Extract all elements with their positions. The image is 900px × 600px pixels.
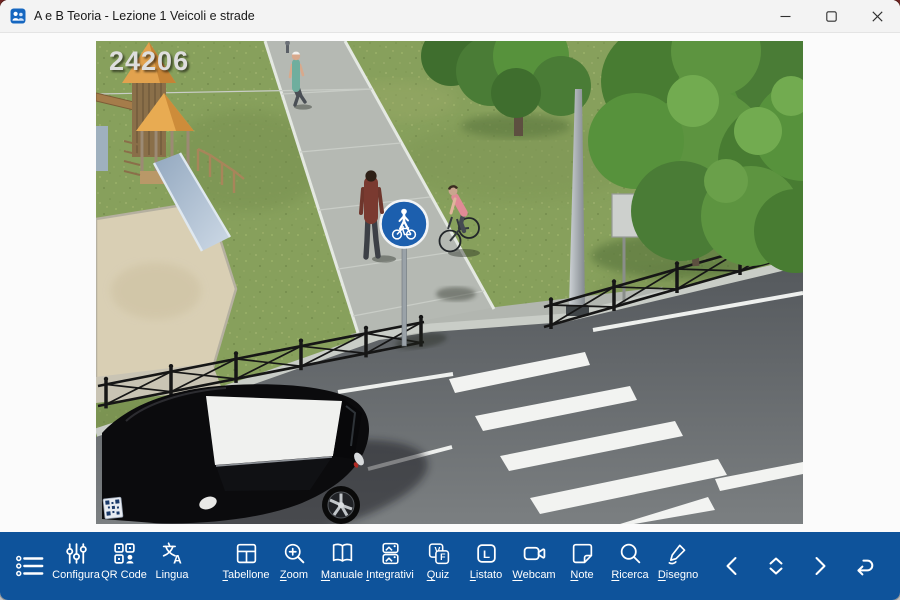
minimize-icon [780, 11, 791, 22]
toolbar-button-ricerca[interactable]: Ricerca [606, 532, 654, 600]
prev-button[interactable] [710, 532, 754, 600]
maximize-button[interactable] [808, 0, 854, 32]
lesson-scene[interactable]: 24206 [96, 41, 803, 524]
search-icon [618, 541, 643, 566]
next-button[interactable] [798, 532, 842, 600]
window-controls [762, 0, 900, 32]
scene-id-number: 24206 [109, 46, 189, 77]
toolbar-label: Manuale [321, 569, 363, 581]
chevrons-up-down-icon [762, 552, 790, 580]
toolbar-button-qr-code[interactable]: QR Code [100, 532, 148, 600]
chevron-left-icon [718, 552, 746, 580]
open-book-icon [330, 541, 355, 566]
svg-text:A: A [173, 553, 182, 566]
menu-list-button[interactable] [8, 532, 52, 600]
toolbar-button-zoom[interactable]: Zoom [270, 532, 318, 600]
toolbar-label: Tabellone [222, 569, 269, 581]
toolbar-label: Webcam [512, 569, 555, 581]
toolbar-button-integrativi[interactable]: Integrativi [366, 532, 414, 600]
qr-watermark-icon [103, 497, 123, 519]
stacked-images-icon [378, 541, 403, 566]
true-false-icon: V F [426, 541, 451, 566]
toolbar-label: Zoom [280, 569, 308, 581]
close-button[interactable] [854, 0, 900, 32]
toolbar-button-listato[interactable]: L Listato [462, 532, 510, 600]
zoom-in-icon [282, 541, 307, 566]
toolbar-button-tabellone[interactable]: Tabellone [222, 532, 270, 600]
toolbar-label: Listato [470, 569, 502, 581]
maximize-icon [826, 11, 837, 22]
toolbar-label: Note [570, 569, 593, 581]
content-area: 24206 [0, 33, 900, 532]
toolbar-button-webcam[interactable]: Webcam [510, 532, 558, 600]
app-window: A e B Teoria - Lezione 1 Veicoli e strad… [0, 0, 900, 600]
return-arrow-icon [850, 552, 878, 580]
car-wheel [322, 486, 360, 524]
qr-code-icon [112, 541, 137, 566]
minimize-button[interactable] [762, 0, 808, 32]
toolbar-label: Configura [52, 569, 100, 581]
expand-collapse-button[interactable] [754, 532, 798, 600]
title-bar: A e B Teoria - Lezione 1 Veicoli e strad… [0, 0, 900, 33]
toolbar-button-note[interactable]: Note [558, 532, 606, 600]
grid-board-icon [234, 541, 259, 566]
bottom-toolbar: Configura QR Code A Lingua Tabellone [0, 532, 900, 600]
return-button[interactable] [842, 532, 886, 600]
toolbar-button-disegno[interactable]: Disegno [654, 532, 702, 600]
toolbar-label: QR Code [101, 569, 147, 581]
translate-icon: A [160, 541, 185, 566]
toolbar-label: Integrativi [366, 569, 414, 581]
car-white-roof [206, 396, 342, 465]
window-title: A e B Teoria - Lezione 1 Veicoli e strad… [34, 9, 255, 23]
toolbar-label: Lingua [155, 569, 188, 581]
svg-text:F: F [440, 552, 446, 562]
toolbar-button-quiz[interactable]: V F Quiz [414, 532, 462, 600]
menu-list-icon [15, 553, 45, 579]
video-camera-icon [522, 541, 547, 566]
toolbar-button-manuale[interactable]: Manuale [318, 532, 366, 600]
toolbar-label: Disegno [658, 569, 698, 581]
toolbar-button-configura[interactable]: Configura [52, 532, 100, 600]
toolbar-button-lingua[interactable]: A Lingua [148, 532, 196, 600]
scene-illustration [96, 41, 803, 524]
toolbar-label: Quiz [427, 569, 450, 581]
toolbar-nav-gap [702, 532, 710, 600]
svg-text:L: L [483, 549, 490, 561]
sliders-icon [64, 541, 89, 566]
chevron-right-icon [806, 552, 834, 580]
toolbar-label: Ricerca [611, 569, 648, 581]
listato-L-icon: L [474, 541, 499, 566]
app-icon [10, 8, 26, 24]
note-icon [570, 541, 595, 566]
pen-signature-icon [666, 541, 691, 566]
toolbar-group-gap [196, 532, 222, 600]
close-icon [872, 11, 883, 22]
